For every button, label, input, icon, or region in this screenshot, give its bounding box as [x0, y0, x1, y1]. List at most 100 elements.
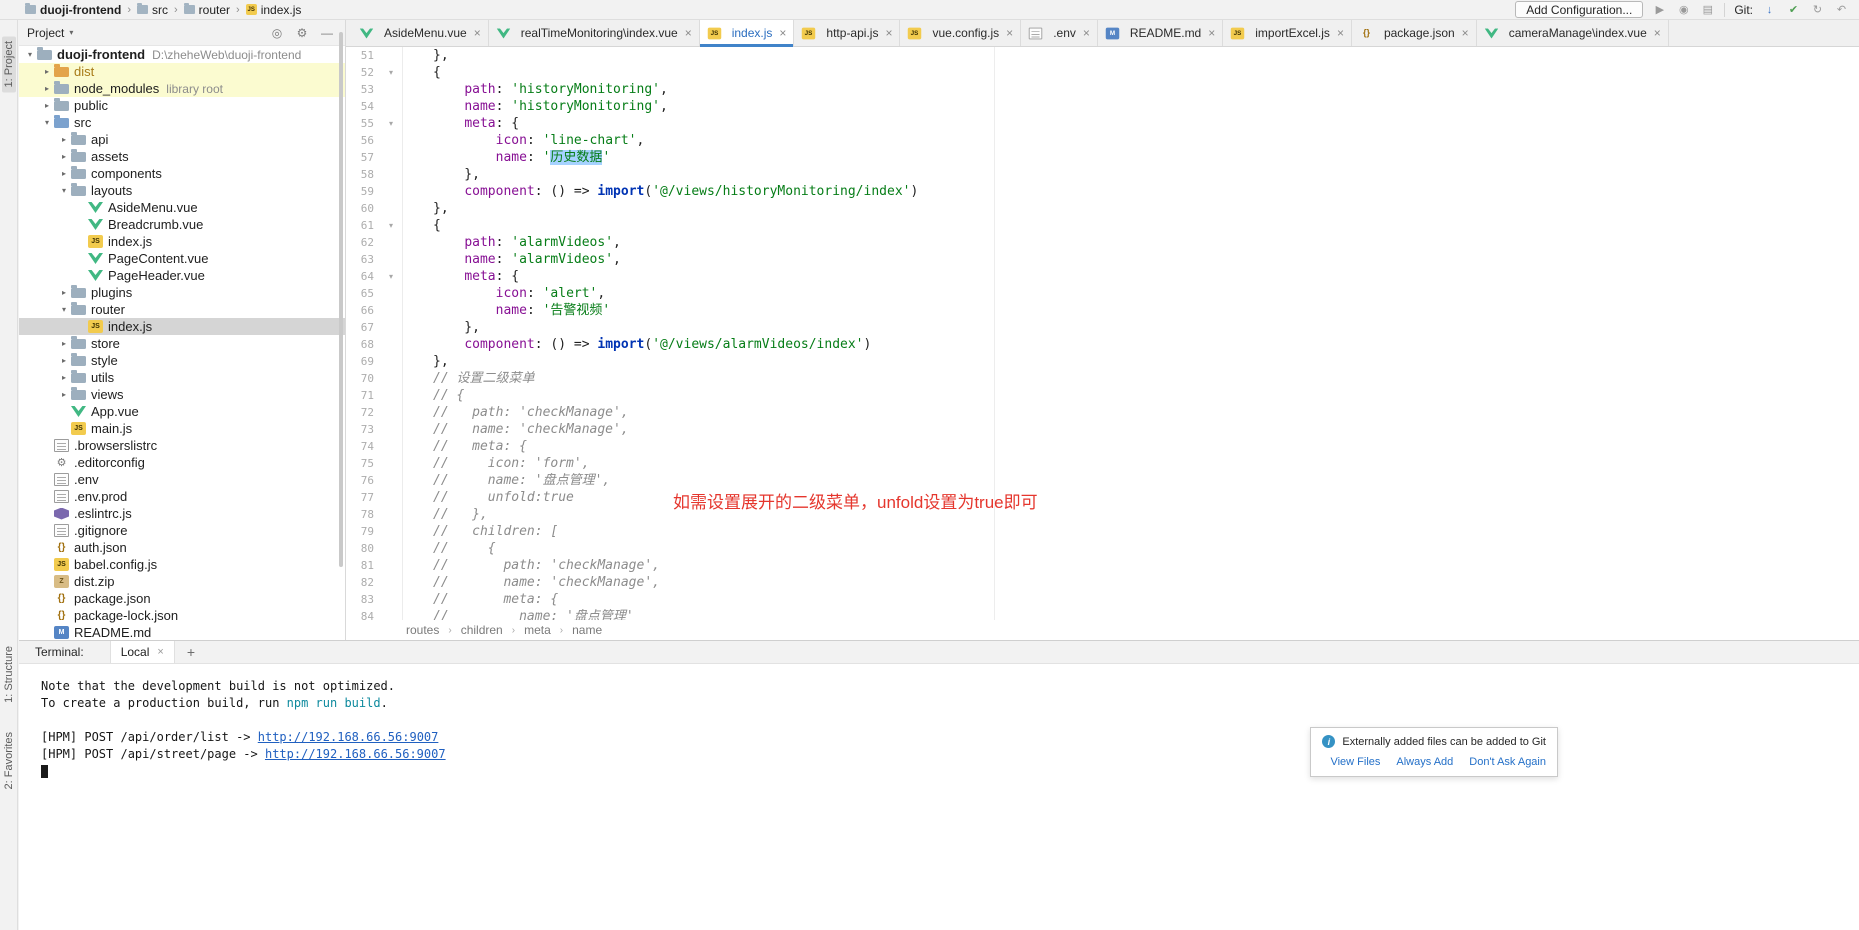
- editor-tab[interactable]: cameraManage\index.vue×: [1477, 20, 1669, 46]
- tree-item[interactable]: ▾src: [19, 114, 345, 131]
- close-icon[interactable]: ×: [1462, 26, 1469, 40]
- tree-item[interactable]: JSmain.js: [19, 420, 345, 437]
- breadcrumb-item[interactable]: duoji-frontend: [22, 3, 124, 17]
- breadcrumb-item[interactable]: children: [461, 623, 503, 637]
- chevron-right-icon[interactable]: ▸: [57, 135, 71, 144]
- close-icon[interactable]: ×: [1208, 26, 1215, 40]
- close-icon[interactable]: ×: [474, 26, 481, 40]
- breadcrumb-item[interactable]: src: [134, 3, 171, 17]
- project-view-selector[interactable]: Project: [27, 26, 64, 40]
- chevron-down-icon[interactable]: ▾: [40, 118, 54, 127]
- locate-file-icon[interactable]: ◎: [267, 26, 287, 40]
- editor-tab[interactable]: JSimportExcel.js×: [1223, 20, 1352, 46]
- code-area[interactable]: 51},52▾{53 path: 'historyMonitoring',54 …: [346, 47, 1859, 620]
- chevron-right-icon[interactable]: ▸: [40, 84, 54, 93]
- tree-item[interactable]: ▸node_moduleslibrary root: [19, 80, 345, 97]
- tool-window-structure-button[interactable]: 1: Structure: [3, 646, 15, 703]
- editor-tab[interactable]: JSvue.config.js×: [900, 20, 1021, 46]
- close-icon[interactable]: ×: [779, 26, 786, 40]
- git-rollback-icon[interactable]: ↶: [1834, 3, 1849, 16]
- breadcrumb-item[interactable]: routes: [406, 623, 439, 637]
- tree-scrollbar[interactable]: [339, 32, 343, 567]
- tree-item[interactable]: ▸public: [19, 97, 345, 114]
- chevron-down-icon[interactable]: ▾: [57, 305, 71, 314]
- fold-marker-icon[interactable]: ▾: [380, 119, 402, 128]
- tree-item[interactable]: ▸assets: [19, 148, 345, 165]
- editor-tab[interactable]: .env×: [1021, 20, 1098, 46]
- breadcrumb-item[interactable]: name: [572, 623, 602, 637]
- breadcrumb-item[interactable]: JSindex.js: [243, 3, 305, 17]
- tree-item[interactable]: JSindex.js: [19, 233, 345, 250]
- tree-item[interactable]: JSbabel.config.js: [19, 556, 345, 573]
- tree-item[interactable]: {}package.json: [19, 590, 345, 607]
- tree-item[interactable]: {}auth.json: [19, 539, 345, 556]
- tree-item[interactable]: ▾layouts: [19, 182, 345, 199]
- close-icon[interactable]: ×: [1006, 26, 1013, 40]
- tree-item[interactable]: ▸utils: [19, 369, 345, 386]
- editor-tab[interactable]: realTimeMonitoring\index.vue×: [489, 20, 700, 46]
- git-update-icon[interactable]: ↓: [1762, 4, 1777, 16]
- close-icon[interactable]: ×: [1654, 26, 1661, 40]
- tree-item[interactable]: ▸store: [19, 335, 345, 352]
- editor-tab[interactable]: AsideMenu.vue×: [352, 20, 489, 46]
- chevron-right-icon[interactable]: ▸: [57, 152, 71, 161]
- tree-item[interactable]: Zdist.zip: [19, 573, 345, 590]
- tool-window-favorites-button[interactable]: 2: Favorites: [3, 732, 15, 789]
- fold-marker-icon[interactable]: ▾: [380, 221, 402, 230]
- breadcrumb-item[interactable]: router: [181, 3, 233, 17]
- fold-marker-icon[interactable]: ▾: [380, 68, 402, 77]
- editor-tab[interactable]: MREADME.md×: [1098, 20, 1223, 46]
- close-icon[interactable]: ×: [1083, 26, 1090, 40]
- tree-item[interactable]: .eslintrc.js: [19, 505, 345, 522]
- fold-marker-icon[interactable]: ▾: [380, 272, 402, 281]
- tool-window-project-button[interactable]: 1: Project: [2, 36, 16, 92]
- terminal-tab-local[interactable]: Local ×: [110, 641, 175, 663]
- tree-item[interactable]: ▸views: [19, 386, 345, 403]
- chevron-right-icon[interactable]: ▸: [40, 101, 54, 110]
- chevron-right-icon[interactable]: ▸: [40, 67, 54, 76]
- terminal-output[interactable]: Note that the development build is not o…: [19, 664, 1859, 930]
- tree-item[interactable]: ▾router: [19, 301, 345, 318]
- tree-item[interactable]: ▸components: [19, 165, 345, 182]
- close-icon[interactable]: ×: [685, 26, 692, 40]
- close-icon[interactable]: ×: [1337, 26, 1344, 40]
- run-icon[interactable]: ▶: [1652, 3, 1667, 16]
- tree-item[interactable]: Breadcrumb.vue: [19, 216, 345, 233]
- tree-item[interactable]: ▸api: [19, 131, 345, 148]
- gear-icon[interactable]: ⚙: [292, 26, 312, 40]
- breadcrumb-item[interactable]: meta: [524, 623, 551, 637]
- chevron-down-icon[interactable]: ▾: [23, 50, 37, 59]
- chevron-right-icon[interactable]: ▸: [57, 356, 71, 365]
- tree-item[interactable]: .gitignore: [19, 522, 345, 539]
- editor-tab[interactable]: {}package.json×: [1352, 20, 1477, 46]
- debug-icon[interactable]: ◉: [1676, 3, 1691, 16]
- notification-action-link[interactable]: Always Add: [1396, 756, 1453, 768]
- notification-action-link[interactable]: Don't Ask Again: [1469, 756, 1546, 768]
- chevron-right-icon[interactable]: ▸: [57, 390, 71, 399]
- close-icon[interactable]: ×: [885, 26, 892, 40]
- tree-item[interactable]: MREADME.md: [19, 624, 345, 640]
- chevron-right-icon[interactable]: ▸: [57, 373, 71, 382]
- tree-item[interactable]: ⚙.editorconfig: [19, 454, 345, 471]
- editor-tab[interactable]: JShttp-api.js×: [794, 20, 900, 46]
- git-history-icon[interactable]: ↻: [1810, 3, 1825, 16]
- hide-panel-icon[interactable]: —: [317, 26, 337, 40]
- tree-item[interactable]: PageHeader.vue: [19, 267, 345, 284]
- chevron-right-icon[interactable]: ▸: [57, 169, 71, 178]
- tree-item[interactable]: ▸dist: [19, 63, 345, 80]
- tree-item[interactable]: App.vue: [19, 403, 345, 420]
- profile-icon[interactable]: ▤: [1700, 3, 1715, 16]
- tree-item[interactable]: AsideMenu.vue: [19, 199, 345, 216]
- chevron-right-icon[interactable]: ▸: [57, 288, 71, 297]
- tree-item[interactable]: ▸plugins: [19, 284, 345, 301]
- add-configuration-button[interactable]: Add Configuration...: [1515, 1, 1643, 18]
- chevron-right-icon[interactable]: ▸: [57, 339, 71, 348]
- tree-item[interactable]: .env: [19, 471, 345, 488]
- tree-item[interactable]: ▾duoji-frontendD:\zheheWeb\duoji-fronten…: [19, 46, 345, 63]
- tree-item[interactable]: PageContent.vue: [19, 250, 345, 267]
- chevron-down-icon[interactable]: ▾: [57, 186, 71, 195]
- git-commit-icon[interactable]: ✔: [1786, 3, 1801, 16]
- tree-item[interactable]: {}package-lock.json: [19, 607, 345, 624]
- tree-item[interactable]: .browserslistrc: [19, 437, 345, 454]
- tree-item[interactable]: JSindex.js: [19, 318, 345, 335]
